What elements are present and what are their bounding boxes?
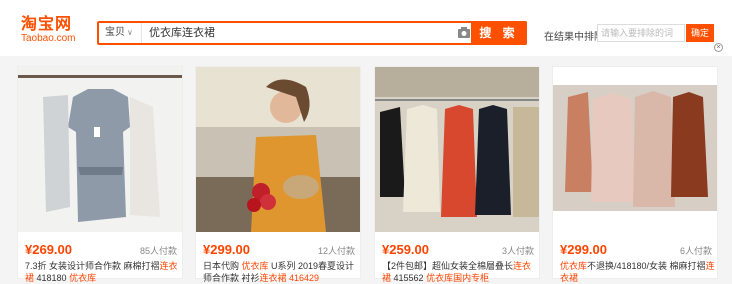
taobao-logo[interactable]: 淘宝网 Taobao.com [21, 16, 79, 46]
product-price: ¥269.00 [25, 242, 72, 257]
product-price: ¥259.00 [382, 242, 429, 257]
title-text: 418180 [34, 273, 70, 283]
exclude-label: 在结果中排除 [544, 32, 604, 43]
logo-english: Taobao.com [21, 33, 76, 44]
product-title[interactable]: 7.3折 女装设计师合作款 麻棉打褶连衣裙 418180 优衣库 [25, 260, 180, 284]
search-button[interactable]: 搜 索 [471, 21, 527, 45]
chevron-down-icon: ∨ [127, 28, 133, 37]
title-text: 415562 [391, 273, 427, 283]
title-text: 不退换/418180/女装 棉麻打褶 [587, 261, 706, 271]
top-bar: 淘宝网 Taobao.com 宝贝 ∨ 优衣库连衣裙 搜 索 在结果中排除 请输入… [0, 0, 732, 56]
close-icon[interactable]: × [714, 43, 723, 52]
exclude-confirm-button[interactable]: 确定 [686, 24, 714, 42]
product-title[interactable]: 【2件包邮】超仙女装全棉層叠长连衣裙 415562 优衣库国内专柜 [382, 260, 537, 284]
logo-chinese: 淘宝网 [21, 14, 73, 33]
search-box: 宝贝 ∨ 优衣库连衣裙 搜 索 [97, 21, 527, 45]
product-sold-count: 85人付款 [139, 246, 177, 256]
search-scope-label: 宝贝 [105, 27, 125, 38]
title-text: 【2件包邮】超仙女装全棉層叠长 [382, 261, 514, 271]
product-card[interactable]: ¥299.00 12人付款 日本代购 优衣库 U系列 2019春夏设计师合作款 … [195, 66, 361, 283]
product-sold-count: 12人付款 [317, 246, 355, 256]
title-highlight: 连衣裙 416429 [259, 273, 320, 283]
title-highlight: 优衣库国内专柜 [426, 273, 490, 283]
product-card[interactable]: ¥259.00 3人付款 【2件包邮】超仙女装全棉層叠长连衣裙 415562 优… [374, 66, 540, 283]
product-title[interactable]: 日本代购 优衣库 U系列 2019春夏设计师合作款 衬衫连衣裙 416429 [203, 260, 358, 284]
search-scope-select[interactable]: 宝贝 ∨ [99, 23, 142, 43]
title-text: 日本代购 [203, 261, 242, 271]
title-highlight: 优衣库 [69, 273, 97, 283]
camera-icon[interactable] [457, 26, 471, 39]
product-sold-count: 6人付款 [679, 246, 712, 256]
product-image[interactable] [18, 67, 182, 232]
product-image[interactable] [553, 67, 717, 232]
product-price: ¥299.00 [203, 242, 250, 257]
search-input[interactable]: 优衣库连衣裙 [149, 23, 215, 43]
product-card[interactable]: ¥299.00 6人付款 优衣库不退换/418180/女装 棉麻打褶连衣裙 [552, 66, 718, 283]
exclude-input[interactable]: 请输入要排除的词 [597, 24, 685, 42]
title-text: 7.3折 女装设计师合作款 麻棉打褶 [25, 261, 160, 271]
product-card[interactable]: ¥269.00 85人付款 7.3折 女装设计师合作款 麻棉打褶连衣裙 4181… [17, 66, 183, 283]
product-image[interactable] [196, 67, 360, 232]
product-sold-count: 3人付款 [501, 246, 534, 256]
title-highlight: 优衣库 [560, 261, 588, 271]
product-title[interactable]: 优衣库不退换/418180/女装 棉麻打褶连衣裙 [560, 260, 715, 284]
product-price: ¥299.00 [560, 242, 607, 257]
title-highlight: 优衣库 [241, 261, 269, 271]
product-image[interactable] [375, 67, 539, 232]
